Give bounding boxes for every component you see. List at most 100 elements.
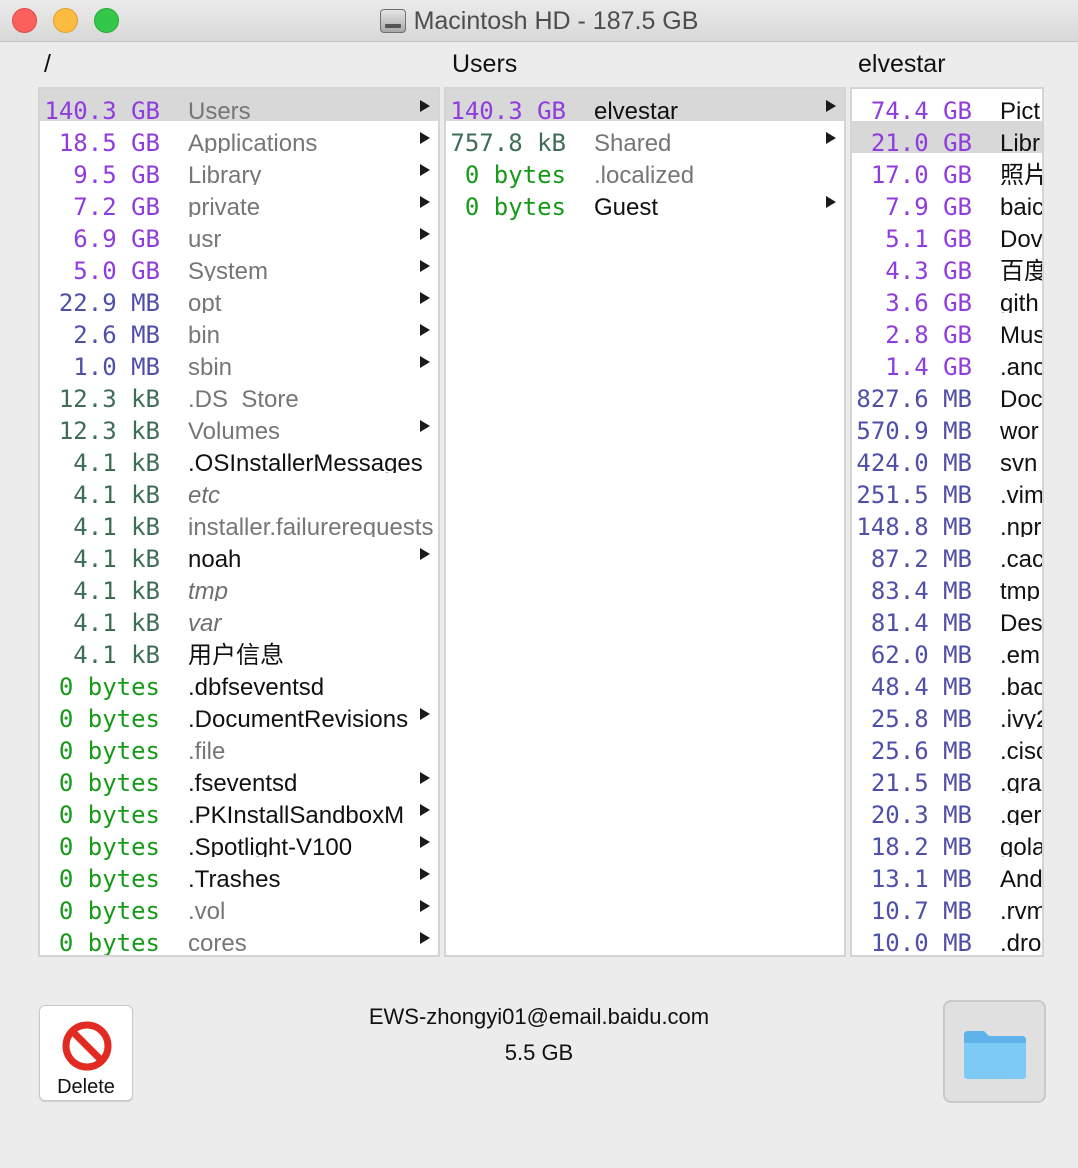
- list-item[interactable]: 83.4 MB tmp: [852, 569, 1042, 605]
- list-item[interactable]: 0 bytes .fseventsd: [40, 761, 438, 797]
- item-size: 757.8 kB: [450, 129, 566, 157]
- list-item[interactable]: 3.6 GB gith: [852, 281, 1042, 317]
- list-item[interactable]: 4.3 GB 百度: [852, 249, 1042, 285]
- root-column-list[interactable]: 140.3 GB Users 18.5 GB Applications 9.5 GB Li…: [38, 87, 440, 957]
- list-item[interactable]: 25.6 MB .cisc: [852, 729, 1042, 765]
- item-name: bin: [188, 322, 221, 345]
- list-item[interactable]: 18.2 MB gola: [852, 825, 1042, 861]
- disclosure-arrow-icon[interactable]: [420, 772, 430, 784]
- disclosure-arrow-icon[interactable]: [420, 420, 430, 432]
- list-item[interactable]: 2.8 GB Mus: [852, 313, 1042, 349]
- list-item[interactable]: 81.4 MB Des: [852, 601, 1042, 637]
- list-item[interactable]: 20.3 MB .ger: [852, 793, 1042, 829]
- list-item[interactable]: 0 bytes .Trashes: [40, 857, 438, 893]
- list-item[interactable]: 12.3 kB Volumes: [40, 409, 438, 445]
- item-name: .anc: [1000, 354, 1042, 377]
- list-item[interactable]: 22.9 MB opt: [40, 281, 438, 317]
- disclosure-arrow-icon[interactable]: [420, 292, 430, 304]
- list-item[interactable]: 7.9 GB baic: [852, 185, 1042, 221]
- list-item[interactable]: 10.7 MB .rvm: [852, 889, 1042, 925]
- disclosure-arrow-icon[interactable]: [420, 324, 430, 336]
- list-item[interactable]: 2.6 MB bin: [40, 313, 438, 349]
- item-name: .em: [1000, 642, 1041, 665]
- list-item[interactable]: 9.5 GB Library: [40, 153, 438, 189]
- disclosure-arrow-icon[interactable]: [826, 100, 836, 112]
- list-item[interactable]: 140.3 GB Users: [40, 89, 438, 125]
- list-item[interactable]: 17.0 GB 照片: [852, 153, 1042, 189]
- list-item[interactable]: 4.1 kB etc: [40, 473, 438, 509]
- list-item[interactable]: 10.0 MB .dro: [852, 921, 1042, 955]
- users-column-list[interactable]: 140.3 GB elvestar 757.8 kB Shared 0 bytes .lo…: [444, 87, 846, 957]
- disclosure-arrow-icon[interactable]: [826, 196, 836, 208]
- list-item[interactable]: 140.3 GB elvestar: [446, 89, 844, 125]
- list-item[interactable]: 827.6 MB Doc: [852, 377, 1042, 413]
- reveal-in-finder-button[interactable]: [943, 1000, 1046, 1103]
- list-item[interactable]: 0 bytes .file: [40, 729, 438, 765]
- list-item[interactable]: 148.8 MB .npr: [852, 505, 1042, 541]
- list-item[interactable]: 4.1 kB tmp: [40, 569, 438, 605]
- list-item[interactable]: 25.8 MB .ivy2: [852, 697, 1042, 733]
- list-item[interactable]: 74.4 GB Pict: [852, 89, 1042, 125]
- list-item[interactable]: 87.2 MB .cac: [852, 537, 1042, 573]
- list-item[interactable]: 4.1 kB .OSInstallerMessages: [40, 441, 438, 477]
- disclosure-arrow-icon[interactable]: [420, 356, 430, 368]
- list-item[interactable]: 0 bytes .dbfseventsd: [40, 665, 438, 701]
- disclosure-arrow-icon[interactable]: [420, 932, 430, 944]
- list-item[interactable]: 0 bytes cores: [40, 921, 438, 955]
- disclosure-arrow-icon[interactable]: [420, 132, 430, 144]
- disclosure-arrow-icon[interactable]: [826, 132, 836, 144]
- list-item[interactable]: 6.9 GB usr: [40, 217, 438, 253]
- item-size: 25.8 MB: [870, 705, 972, 733]
- list-item[interactable]: 21.0 GB Libr: [852, 121, 1042, 157]
- list-item[interactable]: 48.4 MB .bac: [852, 665, 1042, 701]
- list-item[interactable]: 251.5 MB .vim: [852, 473, 1042, 509]
- list-item[interactable]: 0 bytes .DocumentRevisions: [40, 697, 438, 733]
- hard-drive-icon: [379, 9, 406, 33]
- list-item[interactable]: 0 bytes .PKInstallSandboxM: [40, 793, 438, 829]
- disclosure-arrow-icon[interactable]: [420, 228, 430, 240]
- disclosure-arrow-icon[interactable]: [420, 548, 430, 560]
- list-item[interactable]: 0 bytes .Spotlight-V100: [40, 825, 438, 861]
- disclosure-arrow-icon[interactable]: [420, 164, 430, 176]
- disclosure-arrow-icon[interactable]: [420, 100, 430, 112]
- disclosure-arrow-icon[interactable]: [420, 868, 430, 880]
- item-size: 74.4 GB: [870, 97, 972, 125]
- item-name: 照片: [1000, 162, 1042, 185]
- list-item[interactable]: 5.1 GB Dov: [852, 217, 1042, 253]
- list-item[interactable]: 4.1 kB noah: [40, 537, 438, 573]
- disclosure-arrow-icon[interactable]: [420, 260, 430, 272]
- elvestar-column-list[interactable]: 74.4 GB Pict 21.0 GB Libr 17.0 GB 照片 7.9 GB bai…: [850, 87, 1044, 957]
- delete-button[interactable]: Delete: [39, 1005, 133, 1101]
- list-item[interactable]: 0 bytes .vol: [40, 889, 438, 925]
- item-name: Libr: [1000, 130, 1041, 153]
- item-name: baic: [1000, 194, 1042, 217]
- list-item[interactable]: 5.0 GB System: [40, 249, 438, 285]
- list-item[interactable]: 1.4 GB .anc: [852, 345, 1042, 381]
- list-item[interactable]: 570.9 MB wor: [852, 409, 1042, 445]
- item-size: 4.1 kB: [73, 545, 160, 573]
- item-name: var: [188, 610, 222, 633]
- list-item[interactable]: 1.0 MB sbin: [40, 345, 438, 381]
- item-size: 5.0 GB: [73, 257, 160, 285]
- list-item[interactable]: 4.1 kB var: [40, 601, 438, 637]
- list-item[interactable]: 62.0 MB .em: [852, 633, 1042, 669]
- item-size: 140.3 GB: [450, 97, 566, 125]
- disclosure-arrow-icon[interactable]: [420, 708, 430, 720]
- disclosure-arrow-icon[interactable]: [420, 900, 430, 912]
- list-item[interactable]: 12.3 kB .DS_Store: [40, 377, 438, 413]
- disclosure-arrow-icon[interactable]: [420, 836, 430, 848]
- list-item[interactable]: 13.1 MB And: [852, 857, 1042, 893]
- list-item[interactable]: 0 bytes Guest: [446, 185, 844, 221]
- list-item[interactable]: 21.5 MB .gra: [852, 761, 1042, 797]
- disclosure-arrow-icon[interactable]: [420, 804, 430, 816]
- list-item[interactable]: 424.0 MB svn: [852, 441, 1042, 477]
- list-item[interactable]: 7.2 GB private: [40, 185, 438, 221]
- list-item[interactable]: 4.1 kB 用户信息: [40, 633, 438, 669]
- item-name: .npr: [1000, 514, 1042, 537]
- list-item[interactable]: 4.1 kB installer.failurerequests: [40, 505, 438, 541]
- item-size: 0 bytes: [58, 865, 160, 893]
- disclosure-arrow-icon[interactable]: [420, 196, 430, 208]
- list-item[interactable]: 0 bytes .localized: [446, 153, 844, 189]
- list-item[interactable]: 18.5 GB Applications: [40, 121, 438, 157]
- list-item[interactable]: 757.8 kB Shared: [446, 121, 844, 157]
